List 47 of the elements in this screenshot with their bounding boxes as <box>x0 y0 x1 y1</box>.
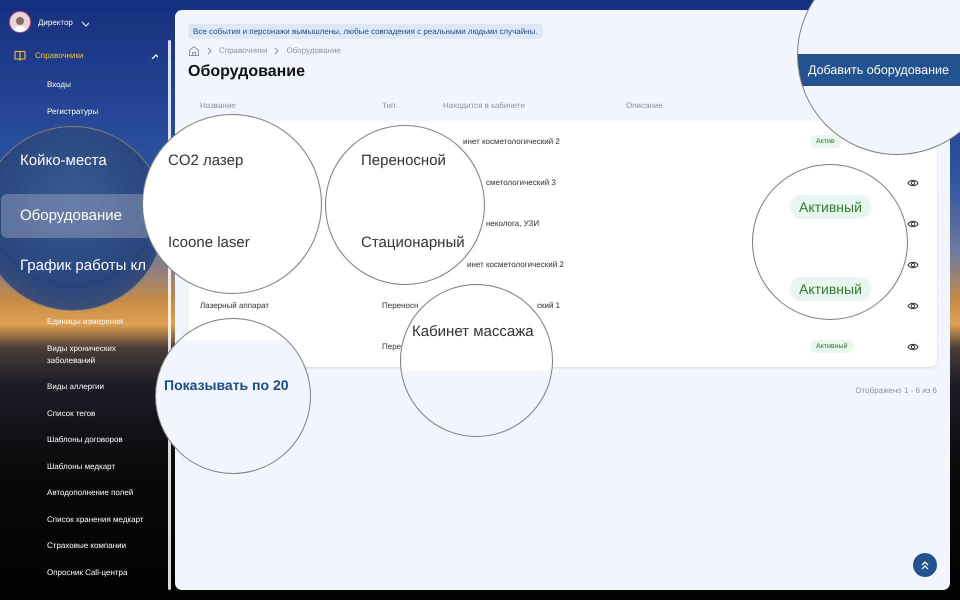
table-cell: инет косметологический 2 <box>467 260 564 269</box>
table-cell: Кабинет массажа <box>412 323 534 341</box>
sidebar-item[interactable]: Опросник Call-центра <box>47 566 155 579</box>
notice-banner: Все события и персонажи вымышлены, любые совпадения с реальными людьми случайны. <box>188 24 543 39</box>
chevron-right-icon <box>273 46 280 54</box>
table-cell: Icoone laser <box>168 234 250 252</box>
sidebar-item[interactable]: Список хранения медкарт <box>47 514 155 526</box>
table-cell: Пере <box>382 342 402 351</box>
book-icon <box>14 49 26 61</box>
sidebar-item[interactable]: Виды хронических заболеваний <box>47 342 155 367</box>
sidebar-item[interactable]: Шаблоны договоров <box>47 434 155 446</box>
table-cell: ский 1 <box>537 301 560 310</box>
sidebar-item[interactable]: Оборудование <box>1 194 151 238</box>
table-cell: Лазерный аппарат <box>200 301 269 310</box>
sidebar-item[interactable]: Регистратуры <box>47 106 155 118</box>
sidebar-item[interactable]: Виды аллергии <box>47 381 155 394</box>
add-equipment-button[interactable]: Добавить оборудование <box>798 54 960 86</box>
table-cell: неколога, УЗИ <box>486 219 540 228</box>
sidebar-item[interactable]: Список тегов <box>47 408 155 420</box>
column-header: Название <box>200 100 236 110</box>
sidebar-item[interactable]: Койко-места <box>20 151 107 171</box>
status-badge: Активный <box>790 195 871 219</box>
chevron-right-icon <box>206 46 213 54</box>
home-icon[interactable] <box>188 44 200 56</box>
pagination-summary: Отображено 1 - 6 из 6 <box>855 386 937 395</box>
sidebar-item[interactable]: Шаблоны медкарт <box>47 460 155 473</box>
user-name[interactable]: Директор <box>38 18 73 26</box>
table-cell: Переносн <box>382 301 418 310</box>
table-cell: Стационарный <box>361 234 465 252</box>
column-header: Находится в кабинете <box>443 100 525 110</box>
page-title: Оборудование <box>188 62 306 81</box>
page-size-link[interactable]: Показывать по 20 <box>164 377 289 393</box>
table-cell: сметологический 3 <box>486 178 556 187</box>
sidebar-item[interactable]: Автодополнение полей <box>47 487 155 500</box>
column-header: Описание <box>626 100 663 110</box>
double-chevron-up-icon <box>919 559 931 571</box>
status-badge: Активный <box>790 277 871 301</box>
sidebar-item[interactable]: Входы <box>47 79 155 92</box>
column-header: Тип <box>382 100 396 110</box>
avatar-icon[interactable] <box>9 11 31 33</box>
table-cell: CO2 лазер <box>168 152 244 170</box>
table-cell: инет косметологический 2 <box>463 137 560 146</box>
sidebar-item[interactable]: Страховые компании <box>47 540 155 552</box>
sidebar-item[interactable]: График работы кл <box>20 256 146 276</box>
table-cell: Переносной <box>361 152 446 170</box>
scroll-top-button[interactable] <box>913 553 937 577</box>
sidebar-section[interactable]: Справочники <box>0 44 168 66</box>
